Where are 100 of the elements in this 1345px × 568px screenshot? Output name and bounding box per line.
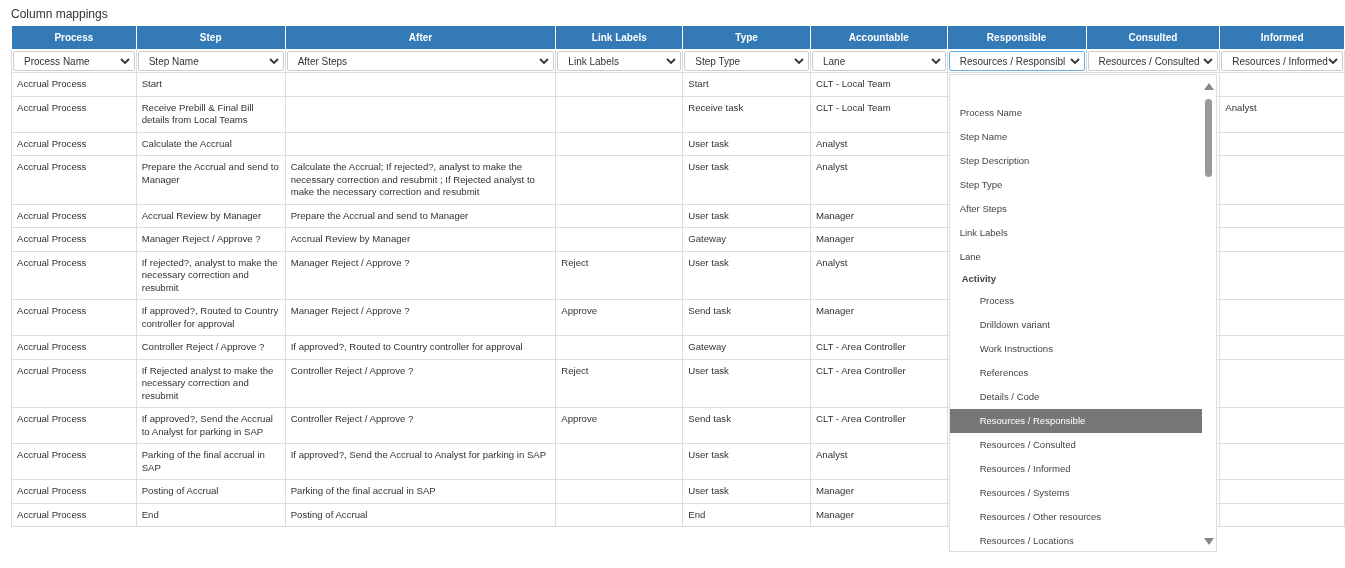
dropdown-option[interactable]: Process xyxy=(949,289,1202,313)
table-cell-text: Start xyxy=(141,78,162,89)
table-cell-text: Analyst xyxy=(815,449,848,460)
dropdown-option[interactable]: Link Labels xyxy=(949,221,1202,245)
table-cell-text: Reject xyxy=(561,256,589,268)
table-cell-text: Send task xyxy=(688,413,731,424)
table-cell-text: Gateway xyxy=(688,341,727,352)
table-cell-text: User task xyxy=(688,485,729,496)
table-cell-text: User task xyxy=(688,364,729,376)
chevron-down-icon xyxy=(539,57,550,65)
dropdown-option[interactable]: Process Name xyxy=(949,101,1202,125)
scroll-up-arrow-icon[interactable] xyxy=(1203,83,1214,90)
dropdown-option[interactable]: Resources / Locations xyxy=(949,529,1202,553)
column-header: Informed xyxy=(1219,26,1345,50)
mapping-select[interactable]: Step Type xyxy=(684,51,809,71)
table-cell-text: Manager Reject / Approve ? xyxy=(290,305,410,316)
dropdown-option[interactable]: Lane xyxy=(949,245,1202,269)
chevron-down-icon xyxy=(793,57,804,65)
table-cell-text: Approve xyxy=(561,413,598,424)
chevron-down-icon xyxy=(119,57,130,65)
chevron-down-icon xyxy=(1069,57,1080,65)
table-cell-text: If approved?, Routed to Country controller for approval xyxy=(141,305,279,329)
dropdown-option[interactable]: Details / Code xyxy=(949,385,1202,409)
table-cell-text: User task xyxy=(688,256,729,268)
column-header: Responsible xyxy=(947,26,1086,50)
mapping-select[interactable]: Lane xyxy=(811,51,946,71)
table-cell-text: Parking of the final accrual in SAP xyxy=(290,485,436,496)
column-header: After xyxy=(285,26,556,50)
table-cell-text: Accrual Process xyxy=(17,256,87,268)
table-cell-text: Analyst xyxy=(815,137,848,149)
table-cell-text: Accrual Process xyxy=(17,449,87,460)
column-header: Accountable xyxy=(810,26,948,50)
column-header: Link Labels xyxy=(555,26,683,50)
table-cell-text: Accrual Process xyxy=(17,364,87,376)
mapping-select[interactable]: After Steps xyxy=(286,51,555,71)
table-cell-text: Calculate the Accrual; If rejected?, analyst to make the necessary correction and resubmit ; If Rejected analyst to make the necessary correction and resubmit xyxy=(290,161,535,197)
table-cell-text: Start xyxy=(688,78,709,89)
mapping-select[interactable]: Resources / Responsibl xyxy=(948,51,1085,71)
dropdown-option[interactable]: Resources / Consulted xyxy=(949,433,1202,457)
mapping-select[interactable]: Resources / Consulted xyxy=(1087,51,1219,71)
chevron-down-icon xyxy=(666,57,677,65)
column-header: Step xyxy=(136,26,286,50)
table-cell-text: Accrual Process xyxy=(17,101,87,113)
dropdown-option[interactable]: Work Instructions xyxy=(949,337,1202,361)
table-cell-text: If Rejected analyst to make the necessary correction and resubmit xyxy=(141,364,274,401)
table-cell-text: Gateway xyxy=(688,233,727,244)
table-cell-text: Analyst xyxy=(1225,101,1257,113)
dropdown-option[interactable]: Step Description xyxy=(949,149,1202,173)
dropdown-option[interactable]: Resources / Informed xyxy=(949,457,1202,481)
dropdown-option[interactable]: Resources / Other resources xyxy=(949,505,1202,529)
table-cell-text: Receive Prebill & Final Bill details from Local Teams xyxy=(141,101,254,125)
table-cell-text: CLT - Local Team xyxy=(815,101,891,113)
table-cell-text: User task xyxy=(688,161,729,172)
table-cell-text: User task xyxy=(688,209,729,221)
dropdown-option[interactable]: Step Name xyxy=(949,125,1202,149)
dropdown-option[interactable]: Resources / Responsible xyxy=(949,409,1202,433)
option-group-label: Activity xyxy=(960,272,997,286)
table-cell-text: Accrual Process xyxy=(17,305,87,316)
dropdown-option[interactable]: Step Type xyxy=(949,173,1202,197)
table-cell-text: Manager xyxy=(815,305,854,316)
chevron-down-icon xyxy=(1203,57,1214,65)
dropdown-option[interactable]: After Steps xyxy=(949,197,1202,221)
scroll-down-arrow-icon[interactable] xyxy=(1203,538,1214,545)
table-cell-text: End xyxy=(141,508,159,520)
table-cell-text: End xyxy=(688,508,706,520)
table-cell-text: If approved?, Routed to Country controller for approval xyxy=(290,341,523,352)
table-cell-text: Accrual Process xyxy=(17,209,87,221)
table-cell-text: Manager Reject / Approve ? xyxy=(141,233,261,244)
table-cell-text: Parking of the final accrual in SAP xyxy=(141,449,265,473)
dropdown-option[interactable]: Resources / Systems xyxy=(949,481,1202,505)
table-cell-text: Analyst xyxy=(815,161,848,172)
scrollbar-thumb[interactable] xyxy=(1204,99,1212,177)
table-cell-text: Receive task xyxy=(688,101,744,113)
table-cell-text: Accrual Process xyxy=(17,161,87,172)
table-cell-text: Prepare the Accrual and send to Manager xyxy=(141,161,279,185)
table-cell-text: User task xyxy=(688,137,729,149)
table-cell-text: Accrual Process xyxy=(17,233,87,244)
table-cell-text: Accrual Process xyxy=(17,78,87,89)
table-cell-text: CLT - Local Team xyxy=(815,78,891,89)
mapping-select[interactable]: Resources / Informed xyxy=(1221,51,1343,71)
table-cell-text: CLT - Area Controller xyxy=(815,413,906,424)
table-cell-text: Prepare the Accrual and send to Manager xyxy=(290,209,469,221)
table-cell-text: If approved?, Send the Accrual to Analyst for parking in SAP xyxy=(290,449,547,460)
table-cell-text: Posting of Accrual xyxy=(290,508,368,520)
dropdown-option[interactable]: References xyxy=(949,361,1202,385)
mapping-select[interactable]: Process Name xyxy=(13,51,135,71)
table-cell-text: Manager Reject / Approve ? xyxy=(290,256,410,268)
table-cell-text: If approved?, Send the Accrual to Analyst for parking in SAP xyxy=(141,413,273,437)
table-cell-text: Controller Reject / Approve ? xyxy=(290,364,414,376)
table-cell-text: Accrual Review by Manager xyxy=(141,209,262,221)
chevron-down-icon xyxy=(930,57,941,65)
table-cell-text: Accrual Process xyxy=(17,508,87,520)
table-cell-text: CLT - Area Controller xyxy=(815,364,906,376)
column-header: Consulted xyxy=(1086,26,1220,50)
section-title: Column mappings xyxy=(11,7,108,21)
mapping-select[interactable]: Link Labels xyxy=(557,51,682,71)
mapping-select[interactable]: Step Name xyxy=(137,51,284,71)
dropdown-option[interactable]: Drilldown variant xyxy=(949,313,1202,337)
table-cell-text: Posting of Accrual xyxy=(141,485,219,496)
column-header: Process xyxy=(11,26,137,50)
